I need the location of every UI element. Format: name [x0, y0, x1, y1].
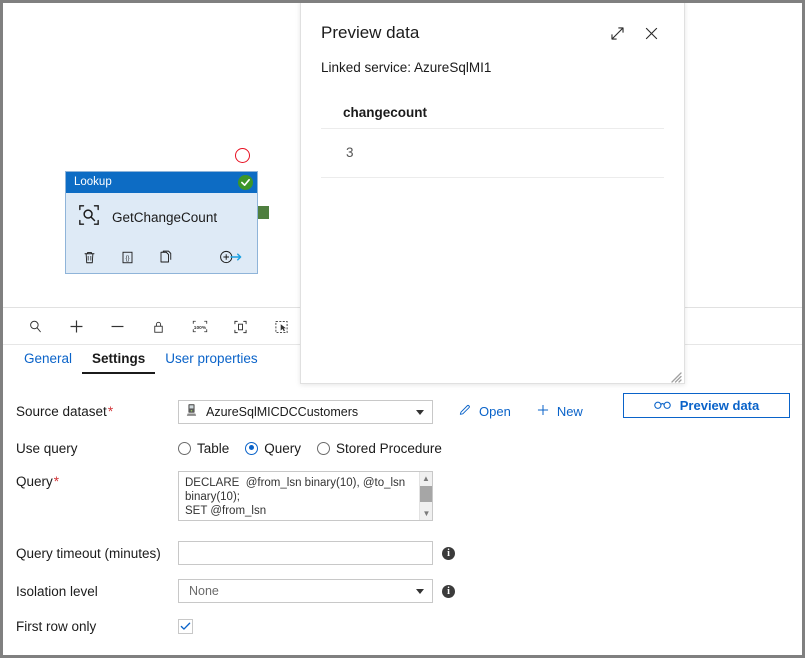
preview-panel-header: Preview data [301, 3, 684, 46]
plus-icon [536, 403, 550, 420]
activity-type-label: Lookup [74, 176, 112, 188]
zoom-in-icon[interactable] [56, 312, 97, 342]
label-isolation-level: Isolation level [16, 583, 98, 599]
source-dataset-dropdown[interactable]: AzureSqlMICDCCustomers [178, 399, 433, 424]
check-icon [238, 175, 253, 190]
label-query: Query* [16, 474, 60, 489]
add-output-icon[interactable] [219, 249, 243, 265]
zoom-100-icon[interactable]: 100% [179, 312, 220, 342]
checkmark-icon [180, 622, 191, 630]
use-query-radio-group: Table Query Stored Procedure [178, 441, 458, 456]
preview-panel-title: Preview data [321, 23, 420, 42]
activity-node-actions: {} [66, 241, 257, 273]
open-dataset-button[interactable]: Open [458, 400, 511, 424]
fit-to-screen-icon[interactable] [220, 312, 261, 342]
open-label: Open [479, 404, 511, 419]
auto-align-icon[interactable] [261, 312, 302, 342]
activity-node-body: GetChangeCount [66, 193, 257, 241]
lock-icon[interactable] [138, 312, 179, 342]
activity-node-header: Lookup [66, 172, 257, 193]
failure-connector-handle[interactable] [235, 148, 250, 163]
svg-text:100%: 100% [193, 325, 206, 331]
activity-node-lookup[interactable]: Lookup GetChangeCount {} [65, 171, 258, 274]
svg-text:{}: {} [125, 256, 129, 262]
required-marker: * [107, 404, 114, 419]
row-use-query: Use query Table Query Stored Procedure [3, 430, 802, 466]
source-dataset-value: AzureSqlMICDCCustomers [206, 404, 359, 419]
query-scrollbar[interactable]: ▲ ▼ [419, 472, 432, 520]
zoom-search-icon[interactable] [15, 312, 56, 342]
row-isolation-level: Isolation level None i [3, 579, 802, 603]
preview-data-label: Preview data [679, 398, 760, 413]
query-value: DECLARE @from_lsn binary(10), @to_lsn bi… [185, 477, 406, 517]
required-marker: * [53, 474, 60, 489]
label-use-query: Use query [16, 440, 78, 456]
info-icon[interactable]: i [442, 584, 455, 598]
lookup-magnifier-icon [78, 204, 100, 231]
expand-icon[interactable] [604, 20, 630, 46]
label-query-timeout: Query timeout (minutes) [16, 545, 161, 561]
query-textarea[interactable]: DECLARE @from_lsn binary(10), @to_lsn bi… [178, 471, 433, 521]
scrollbar-thumb[interactable] [420, 486, 432, 502]
clone-icon[interactable] [158, 250, 173, 265]
pencil-icon [458, 403, 472, 420]
radio-dot [317, 441, 331, 455]
radio-stored-procedure-label: Stored Procedure [336, 440, 442, 456]
row-query-timeout: Query timeout (minutes) i [3, 541, 802, 565]
code-icon[interactable]: {} [120, 250, 135, 265]
preview-data-table: changecount 3 [321, 105, 664, 178]
info-icon[interactable]: i [442, 546, 455, 560]
query-timeout-input[interactable] [178, 541, 433, 565]
scroll-up-icon[interactable]: ▲ [420, 472, 432, 485]
activity-name: GetChangeCount [112, 209, 218, 225]
row-first-row-only: First row only [3, 619, 802, 634]
table-column-header: changecount [321, 105, 664, 129]
scroll-down-icon[interactable]: ▼ [420, 507, 432, 520]
delete-icon[interactable] [82, 250, 97, 265]
new-label: New [556, 404, 583, 419]
table-row: 3 [321, 129, 664, 178]
radio-stored-procedure[interactable]: Stored Procedure [317, 441, 442, 456]
tab-general[interactable]: General [14, 351, 82, 372]
preview-data-panel: Preview data Linked service: AzureSqlMI1… [300, 3, 685, 384]
radio-table-label: Table [197, 440, 230, 456]
success-connector-handle[interactable] [258, 206, 269, 219]
isolation-level-dropdown[interactable]: None [178, 579, 433, 603]
adf-lookup-activity-screen: Lookup GetChangeCount {} 100% General Se… [0, 0, 805, 658]
isolation-level-value: None [189, 584, 219, 598]
dataset-icon [185, 403, 198, 420]
radio-query-label: Query [264, 440, 302, 456]
radio-table[interactable]: Table [178, 441, 229, 456]
row-source-dataset: Source dataset* AzureSqlMICDCCustomers O… [3, 393, 802, 430]
chevron-down-icon [416, 409, 424, 415]
label-source-dataset: Source dataset* [16, 404, 114, 419]
new-dataset-button[interactable]: New [536, 400, 583, 424]
radio-dot [178, 441, 191, 455]
tab-user-properties[interactable]: User properties [155, 351, 267, 372]
tab-settings[interactable]: Settings [82, 351, 156, 374]
radio-dot [245, 441, 259, 455]
label-first-row-only: First row only [16, 619, 97, 634]
radio-query[interactable]: Query [245, 441, 301, 456]
row-query: Query* DECLARE @from_lsn binary(10), @to… [3, 471, 802, 521]
resize-grip[interactable] [671, 370, 682, 383]
close-icon[interactable] [638, 20, 664, 46]
chevron-down-icon [416, 589, 424, 594]
preview-data-button[interactable]: Preview data [623, 393, 790, 418]
linked-service-text: Linked service: AzureSqlMI1 [321, 60, 492, 75]
zoom-out-icon[interactable] [97, 312, 138, 342]
first-row-only-checkbox[interactable] [178, 619, 193, 634]
glasses-icon [653, 398, 671, 413]
settings-form: Source dataset* AzureSqlMICDCCustomers O… [3, 393, 802, 634]
